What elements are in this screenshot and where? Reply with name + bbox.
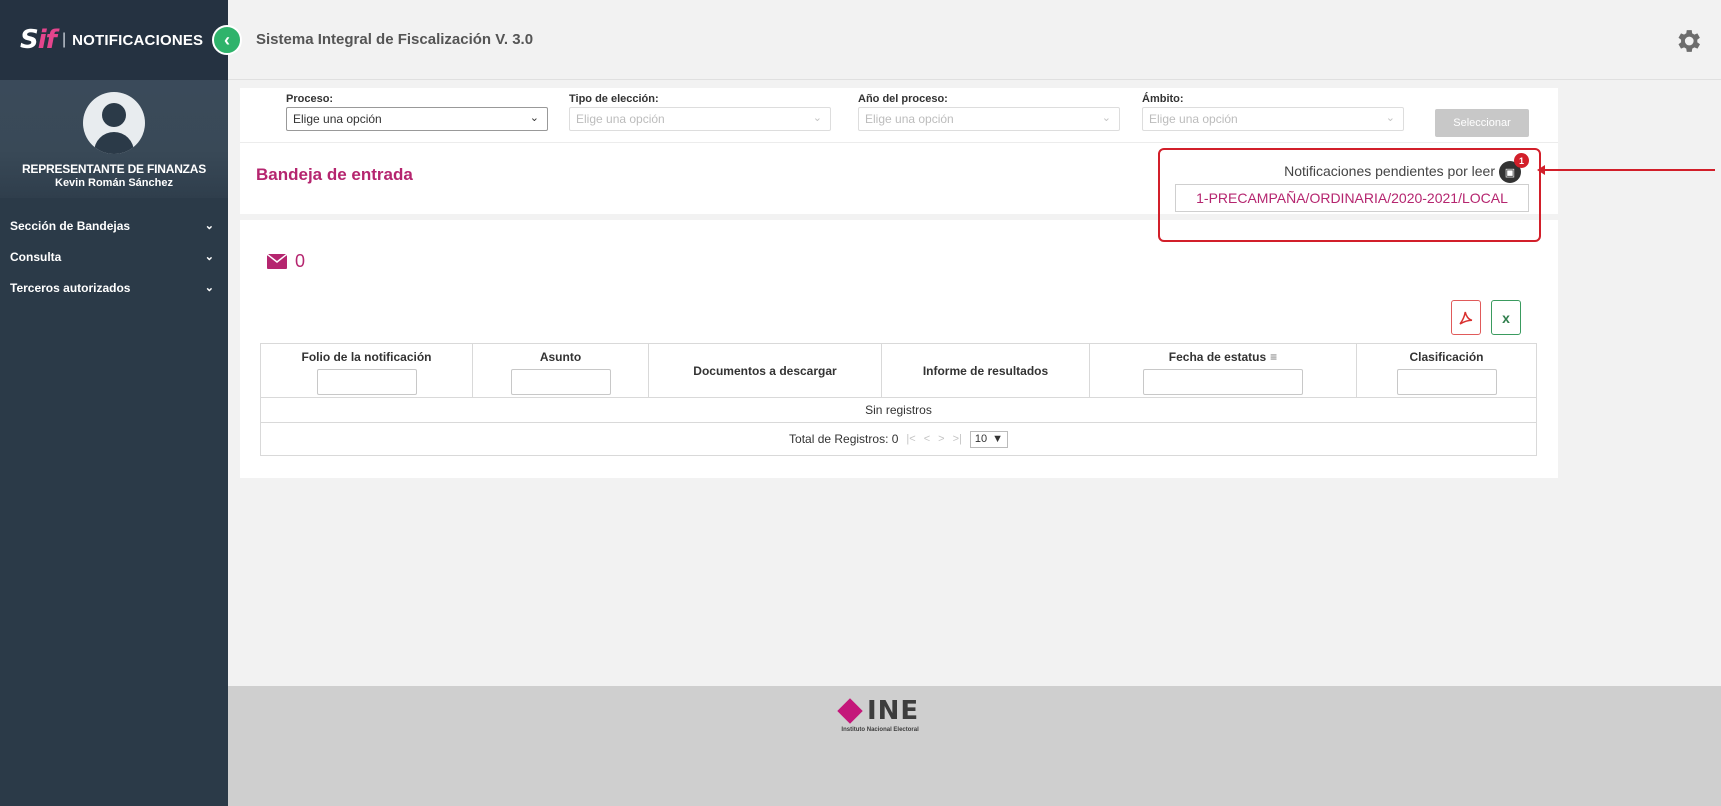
proceso-select[interactable]: Elige una opción ⌄ <box>286 107 548 131</box>
app-title: Sistema Integral de Fiscalización V. 3.0 <box>256 31 534 48</box>
footer: INE Instituto Nacional Electoral <box>228 686 1721 806</box>
brand-bar: Sif | NOTIFICACIONES ‹ <box>0 0 242 80</box>
caret-down-icon: ▼ <box>992 433 1003 445</box>
folio-filter-input[interactable] <box>316 369 417 395</box>
first-page-button[interactable]: |< <box>906 433 915 445</box>
chevron-left-icon: ‹ <box>224 29 230 50</box>
main-content: Proceso: Elige una opción ⌄ Tipo de elec… <box>228 80 1721 686</box>
export-excel-button[interactable]: x <box>1491 300 1521 335</box>
excel-icon: x <box>1502 309 1510 326</box>
column-header-folio: Folio de la notificación <box>260 343 473 398</box>
filter-label: Ámbito: <box>1142 93 1184 105</box>
annotation-arrow <box>1543 169 1715 171</box>
collapse-sidebar-button[interactable]: ‹ <box>212 25 242 55</box>
anio-proceso-select[interactable]: Elige una opción ⌄ <box>858 107 1120 131</box>
sidebar-item-label: Consulta <box>10 249 62 264</box>
seleccionar-button[interactable]: Seleccionar <box>1435 109 1529 137</box>
chevron-down-icon: ⌄ <box>529 112 539 124</box>
avatar-icon <box>83 92 145 154</box>
sidebar-item-label: Sección de Bandejas <box>10 218 131 233</box>
asunto-filter-input[interactable] <box>510 369 611 395</box>
filter-tipo-eleccion: Tipo de elección: Elige una opción ⌄ <box>569 93 831 131</box>
pending-notifications-label: Notificaciones pendientes por leer <box>1284 163 1495 179</box>
sort-icon[interactable]: ≡ <box>1270 350 1277 364</box>
sidebar-item-consulta[interactable]: Consulta ⌄ <box>0 241 228 272</box>
pdf-icon <box>1459 311 1473 325</box>
notifications-card: 0 x Folio de la notificación Asunto Docu… <box>240 220 1558 478</box>
chevron-down-icon: ⌄ <box>204 251 214 263</box>
envelope-icon <box>267 253 287 269</box>
table-header-row: Folio de la notificación Asunto Document… <box>260 343 1537 398</box>
ambito-select[interactable]: Elige una opción ⌄ <box>1142 107 1404 131</box>
page-title: Bandeja de entrada <box>256 165 413 184</box>
column-header-documentos: Documentos a descargar <box>648 343 882 398</box>
column-header-asunto: Asunto <box>472 343 649 398</box>
column-header-fecha-estatus[interactable]: Fecha de estatus ≡ <box>1089 343 1357 398</box>
clasificacion-filter-input[interactable] <box>1396 369 1497 395</box>
pending-notifications-panel: Notificaciones pendientes por leer ▣ 1 1… <box>1158 148 1541 242</box>
column-header-clasificacion: Clasificación <box>1356 343 1537 398</box>
sidebar: Sif | NOTIFICACIONES ‹ REPRESENTANTE DE … <box>0 0 242 806</box>
empty-message: Sin registros <box>260 397 1537 423</box>
last-page-button[interactable]: >| <box>953 433 962 445</box>
sidebar-menu: Sección de Bandejas ⌄ Consulta ⌄ Tercero… <box>0 210 228 303</box>
tipo-eleccion-select[interactable]: Elige una opción ⌄ <box>569 107 831 131</box>
pending-notification-item[interactable]: 1-PRECAMPAÑA/ORDINARIA/2020-2021/LOCAL <box>1175 184 1529 212</box>
user-name: Kevin Román Sánchez <box>55 177 173 189</box>
sidebar-item-bandejas[interactable]: Sección de Bandejas ⌄ <box>0 210 228 241</box>
filter-label: Tipo de elección: <box>569 93 659 105</box>
chevron-down-icon: ⌄ <box>812 112 822 124</box>
filter-label: Proceso: <box>286 93 334 105</box>
user-profile: REPRESENTANTE DE FINANZAS Kevin Román Sá… <box>0 80 228 198</box>
filter-ambito: Ámbito: Elige una opción ⌄ <box>1142 93 1404 131</box>
filter-label: Año del proceso: <box>858 93 948 105</box>
brand-separator: | <box>61 31 67 48</box>
paginator: Total de Registros: 0 |< < > >| 10 ▼ <box>789 430 1008 448</box>
module-title: NOTIFICACIONES <box>72 31 204 49</box>
filter-bar: Proceso: Elige una opción ⌄ Tipo de elec… <box>240 88 1558 148</box>
chevron-down-icon: ⌄ <box>204 220 214 232</box>
total-records: Total de Registros: 0 <box>789 432 899 446</box>
column-header-informe: Informe de resultados <box>881 343 1090 398</box>
sidebar-item-label: Terceros autorizados <box>10 280 131 295</box>
chevron-down-icon: ⌄ <box>1101 112 1111 124</box>
notification-badge: 1 <box>1514 153 1529 168</box>
pagination-row: Total de Registros: 0 |< < > >| 10 ▼ <box>260 422 1537 456</box>
diamond-icon <box>837 698 863 724</box>
mail-count-value: 0 <box>295 251 306 271</box>
filter-anio-proceso: Año del proceso: Elige una opción ⌄ <box>858 93 1120 131</box>
chevron-down-icon: ⌄ <box>1385 112 1395 124</box>
top-header: Sistema Integral de Fiscalización V. 3.0 <box>228 0 1721 80</box>
prev-page-button[interactable]: < <box>924 433 930 445</box>
mail-counter: 0 <box>267 251 305 272</box>
gear-icon[interactable] <box>1673 26 1703 56</box>
sidebar-item-terceros[interactable]: Terceros autorizados ⌄ <box>0 272 228 303</box>
chevron-down-icon: ⌄ <box>204 282 214 294</box>
export-pdf-button[interactable] <box>1451 300 1481 335</box>
rows-per-page-select[interactable]: 10 ▼ <box>969 430 1008 448</box>
notifications-table: Folio de la notificación Asunto Document… <box>260 343 1537 456</box>
table-row: Sin registros <box>260 397 1537 423</box>
filter-proceso: Proceso: Elige una opción ⌄ <box>286 93 548 131</box>
ine-logo: INE Instituto Nacional Electoral <box>837 696 919 733</box>
user-role: REPRESENTANTE DE FINANZAS <box>21 162 207 176</box>
next-page-button[interactable]: > <box>938 433 944 445</box>
sif-logo: Sif <box>20 25 57 55</box>
fecha-filter-input[interactable] <box>1143 369 1303 395</box>
